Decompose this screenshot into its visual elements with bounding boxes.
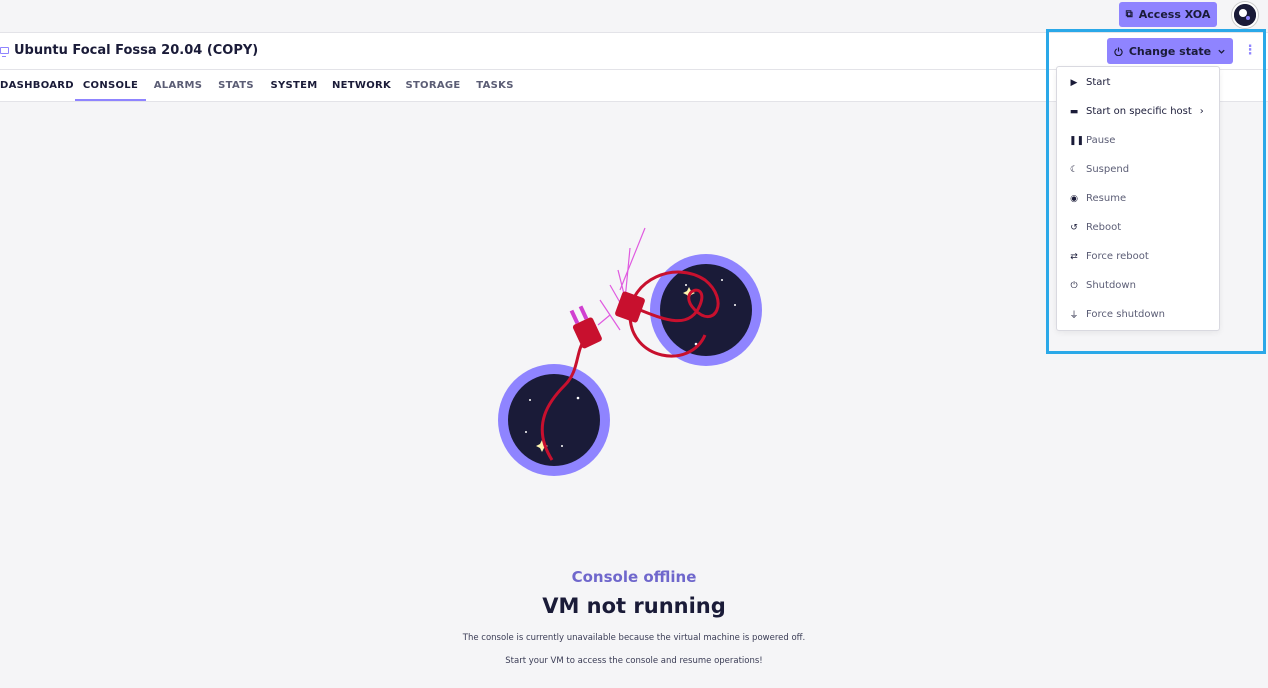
moon-icon: ☾ xyxy=(1069,164,1079,175)
tab-system[interactable]: SYSTEM xyxy=(270,70,318,101)
unplugged-illustration xyxy=(498,227,762,476)
menu-item-start[interactable]: ▶ Start xyxy=(1057,68,1221,97)
menu-item-force-reboot[interactable]: ⇄ Force reboot xyxy=(1057,242,1221,271)
server-icon: ▬ xyxy=(1069,106,1079,117)
menu-item-label: Start on specific host xyxy=(1086,106,1192,117)
top-bar: ⧉ Access XOA xyxy=(0,0,1268,32)
chevron-right-icon: › xyxy=(1199,106,1204,117)
tab-network[interactable]: NETWORK xyxy=(332,70,391,101)
tab-stats[interactable]: STATS xyxy=(216,70,256,101)
pause-icon: ❚❚ xyxy=(1069,135,1085,146)
external-link-icon: ⧉ xyxy=(1125,9,1133,20)
chevron-down-icon xyxy=(1218,49,1225,54)
tab-alarms[interactable]: ALARMS xyxy=(153,70,203,101)
menu-item-label: Force reboot xyxy=(1086,251,1149,262)
access-xoa-label: Access XOA xyxy=(1138,8,1211,21)
tab-tasks[interactable]: TASKS xyxy=(475,70,515,101)
vm-header: Ubuntu Focal Fossa 20.04 (COPY) Change s… xyxy=(0,32,1268,70)
kebab-icon[interactable]: ⋮ xyxy=(1243,43,1257,59)
vm-not-running-title: VM not running xyxy=(542,594,726,618)
rotate-icon: ↺ xyxy=(1070,222,1078,233)
menu-item-label: Reboot xyxy=(1086,222,1122,233)
monitor-icon xyxy=(0,47,9,57)
menu-item-resume[interactable]: ◉ Resume xyxy=(1057,184,1221,213)
menu-item-start-on-host[interactable]: ▬ Start on specific host › xyxy=(1057,97,1221,126)
start-vm-hint-text: Start your VM to access the console and … xyxy=(505,656,763,666)
play-icon: ▶ xyxy=(1070,77,1078,88)
menu-item-label: Pause xyxy=(1086,135,1116,146)
page-title: Ubuntu Focal Fossa 20.04 (COPY) xyxy=(0,43,258,58)
circle-play-icon: ◉ xyxy=(1070,193,1078,204)
access-xoa-button[interactable]: ⧉ Access XOA xyxy=(1119,2,1217,27)
app-root: ⧉ Access XOA Ubuntu Focal Fossa 20.04 (C… xyxy=(0,0,1268,688)
repeat-icon: ⇄ xyxy=(1070,251,1078,262)
console-unavailable-text: The console is currently unavailable bec… xyxy=(462,633,806,643)
menu-item-reboot[interactable]: ↺ Reboot xyxy=(1057,213,1221,242)
menu-item-suspend[interactable]: ☾ Suspend xyxy=(1057,155,1221,184)
menu-item-label: Suspend xyxy=(1086,164,1130,175)
power-icon: ⏻ xyxy=(1070,280,1078,291)
menu-item-label: Force shutdown xyxy=(1086,309,1166,320)
tab-storage[interactable]: STORAGE xyxy=(404,70,462,101)
change-state-button[interactable]: Change state xyxy=(1107,38,1233,64)
menu-item-label: Start xyxy=(1086,77,1111,88)
menu-item-pause[interactable]: ❚❚ Pause xyxy=(1057,126,1221,155)
change-state-menu: ▶ Start ▬ Start on specific host › ❚❚ Pa… xyxy=(1056,66,1220,331)
tab-dashboard[interactable]: DASHBOARD xyxy=(0,70,74,101)
vm-title-text: Ubuntu Focal Fossa 20.04 (COPY) xyxy=(14,43,259,58)
avatar[interactable] xyxy=(1232,2,1258,28)
menu-item-force-shutdown[interactable]: ⏚ Force shutdown xyxy=(1057,300,1221,329)
change-state-label: Change state xyxy=(1128,44,1212,58)
power-icon xyxy=(1114,46,1123,56)
plug-icon: ⏚ xyxy=(1069,311,1079,321)
menu-item-label: Shutdown xyxy=(1086,280,1136,291)
tab-console[interactable]: CONSOLE xyxy=(75,70,146,101)
menu-item-shutdown[interactable]: ⏻ Shutdown xyxy=(1057,271,1221,300)
console-offline-subtitle: Console offline xyxy=(571,568,697,586)
menu-item-label: Resume xyxy=(1086,193,1127,204)
